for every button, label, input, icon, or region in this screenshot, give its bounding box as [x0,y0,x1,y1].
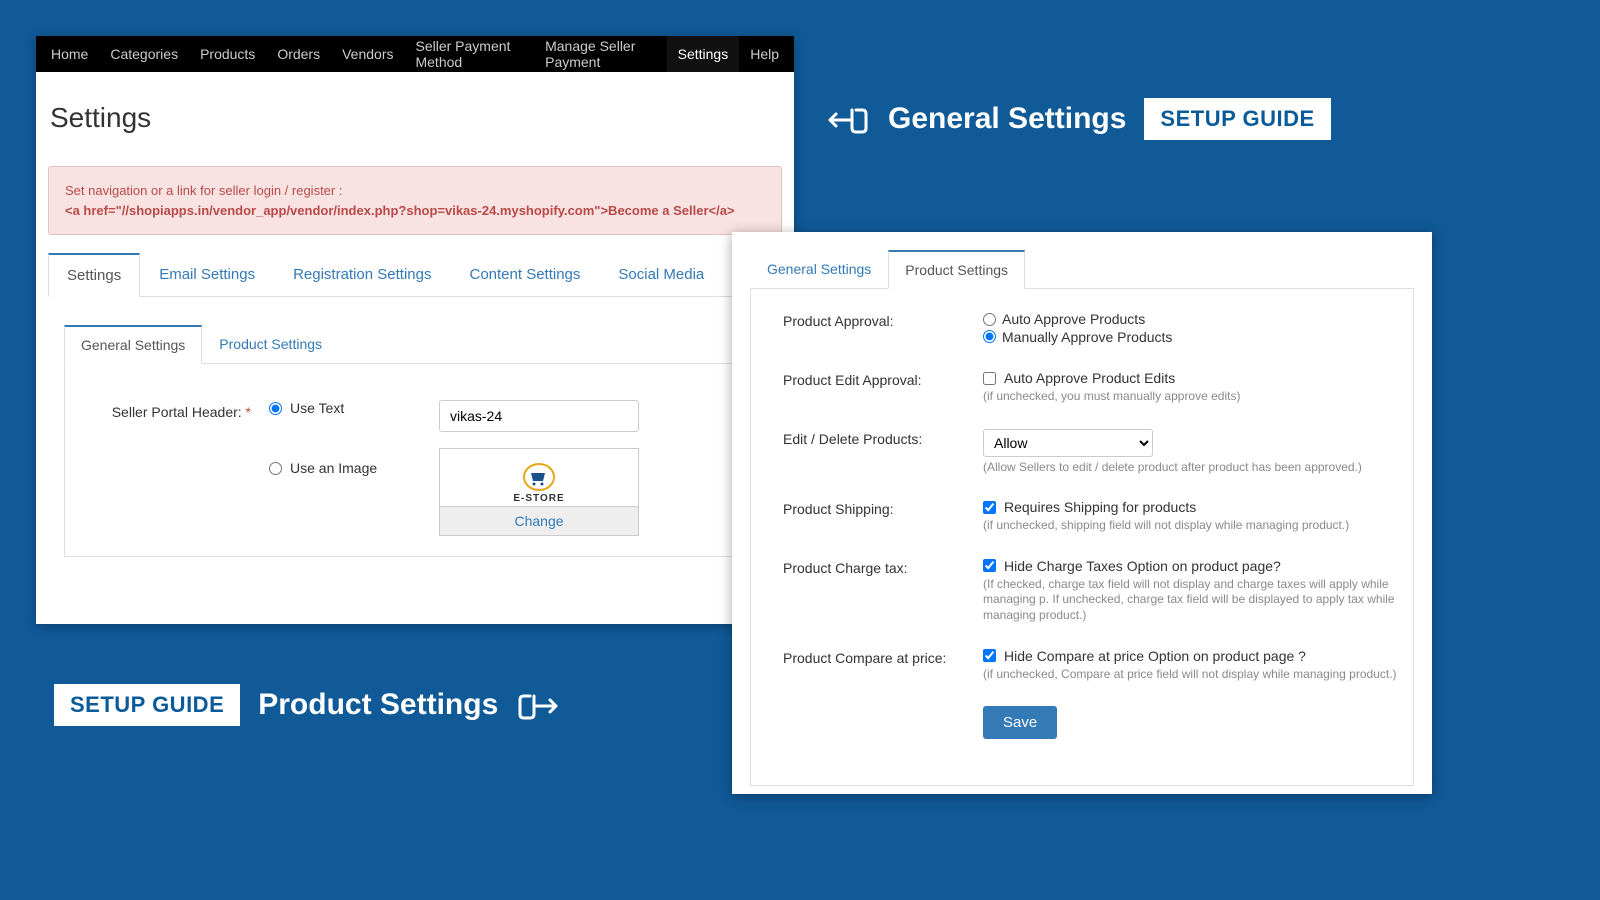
radio-use-text-input[interactable] [269,402,282,415]
label-seller-portal-header: Seller Portal Header: * [93,400,269,420]
radio-auto-approve-input[interactable] [983,313,996,326]
callout-general-badge: SETUP GUIDE [1144,98,1330,140]
tab-email-settings[interactable]: Email Settings [140,253,274,297]
callout-product-settings: SETUP GUIDE Product Settings [54,682,562,728]
callout-product-title: Product Settings [258,688,498,722]
helper-charge-tax: (If checked, charge tax field will not d… [983,577,1407,624]
image-preview: E-STORE Change [439,448,639,536]
check-hide-compare-price-label: Hide Compare at price Option on product … [1004,648,1306,664]
top-nav: Home Categories Products Orders Vendors … [36,36,794,72]
check-hide-charge-tax-label: Hide Charge Taxes Option on product page… [1004,558,1281,574]
radio-use-image-input[interactable] [269,462,282,475]
hand-point-left-icon [824,96,870,142]
tab-general-settings-right[interactable]: General Settings [750,250,888,289]
nav-products[interactable]: Products [189,36,266,72]
label-shipping: Product Shipping: [783,499,983,517]
seller-header-text-input[interactable] [439,400,639,432]
label-product-approval: Product Approval: [783,311,983,329]
nav-help[interactable]: Help [739,36,790,72]
radio-use-image-label: Use an Image [290,460,377,476]
check-auto-approve-edits-label: Auto Approve Product Edits [1004,370,1175,386]
tab-social-media[interactable]: Social Media [599,253,723,297]
check-requires-shipping-input[interactable] [983,501,996,514]
main-tabs: Settings Email Settings Registration Set… [48,253,782,297]
label-charge-tax: Product Charge tax: [783,558,983,576]
save-button[interactable]: Save [983,706,1057,739]
radio-auto-approve-label: Auto Approve Products [1002,311,1145,327]
check-requires-shipping-label: Requires Shipping for products [1004,499,1196,515]
nav-settings[interactable]: Settings [667,36,740,72]
callout-general-title: General Settings [888,102,1126,136]
nav-home[interactable]: Home [40,36,99,72]
helper-edit-delete: (Allow Sellers to edit / delete product … [983,460,1407,476]
check-requires-shipping[interactable]: Requires Shipping for products [983,499,1407,515]
alert-line1: Set navigation or a link for seller logi… [65,181,765,201]
tab-registration-settings[interactable]: Registration Settings [274,253,450,297]
general-settings-panel: Home Categories Products Orders Vendors … [36,36,794,624]
select-edit-delete[interactable]: Allow [983,429,1153,457]
radio-auto-approve[interactable]: Auto Approve Products [983,311,1145,327]
alert-box: Set navigation or a link for seller logi… [48,166,782,235]
label-product-edit-approval: Product Edit Approval: [783,370,983,388]
helper-compare-price: (if unchecked, Compare at price field wi… [983,667,1407,683]
callout-general-settings: General Settings SETUP GUIDE [824,96,1331,142]
radio-use-text-label: Use Text [290,400,344,416]
label-compare-price: Product Compare at price: [783,648,983,666]
tab-product-settings-right[interactable]: Product Settings [888,250,1025,289]
helper-shipping: (if unchecked, shipping field will not d… [983,518,1407,534]
right-form-area: Product Approval: Auto Approve Products … [750,289,1414,786]
nav-vendors[interactable]: Vendors [331,36,404,72]
inner-tabs-right: General Settings Product Settings [750,250,1414,289]
page-title: Settings [36,72,794,148]
logo-text: E-STORE [440,493,638,504]
radio-manual-approve-input[interactable] [983,330,996,343]
check-hide-compare-price[interactable]: Hide Compare at price Option on product … [983,648,1407,664]
radio-manual-approve[interactable]: Manually Approve Products [983,329,1172,345]
check-auto-approve-edits[interactable]: Auto Approve Product Edits [983,370,1407,386]
tab-product-settings[interactable]: Product Settings [202,325,339,364]
estore-logo-icon [521,463,557,491]
check-hide-compare-price-input[interactable] [983,649,996,662]
radio-manual-approve-label: Manually Approve Products [1002,329,1172,345]
label-edit-delete: Edit / Delete Products: [783,429,983,447]
radio-use-image[interactable]: Use an Image [269,460,439,476]
tab-content-settings[interactable]: Content Settings [450,253,599,297]
tab-general-settings[interactable]: General Settings [64,325,202,364]
product-settings-panel: General Settings Product Settings Produc… [732,232,1432,794]
check-hide-charge-tax[interactable]: Hide Charge Taxes Option on product page… [983,558,1407,574]
helper-edit-approval: (if unchecked, you must manually approve… [983,389,1407,405]
nav-manage-seller-payment[interactable]: Manage Seller Payment [534,36,667,72]
nav-seller-payment-method[interactable]: Seller Payment Method [404,36,534,72]
nav-categories[interactable]: Categories [99,36,189,72]
hand-point-right-icon [516,682,562,728]
inner-tabs-left: General Settings Product Settings [64,325,766,364]
alert-line2: <a href="//shopiapps.in/vendor_app/vendo… [65,203,735,218]
check-hide-charge-tax-input[interactable] [983,559,996,572]
tab-settings[interactable]: Settings [48,253,140,297]
radio-use-text[interactable]: Use Text [269,400,439,416]
change-image-button[interactable]: Change [440,506,638,535]
check-auto-approve-edits-input[interactable] [983,372,996,385]
nav-orders[interactable]: Orders [266,36,331,72]
callout-product-badge: SETUP GUIDE [54,684,240,726]
left-form-area: Seller Portal Header: * Use Text Use an … [64,364,766,557]
